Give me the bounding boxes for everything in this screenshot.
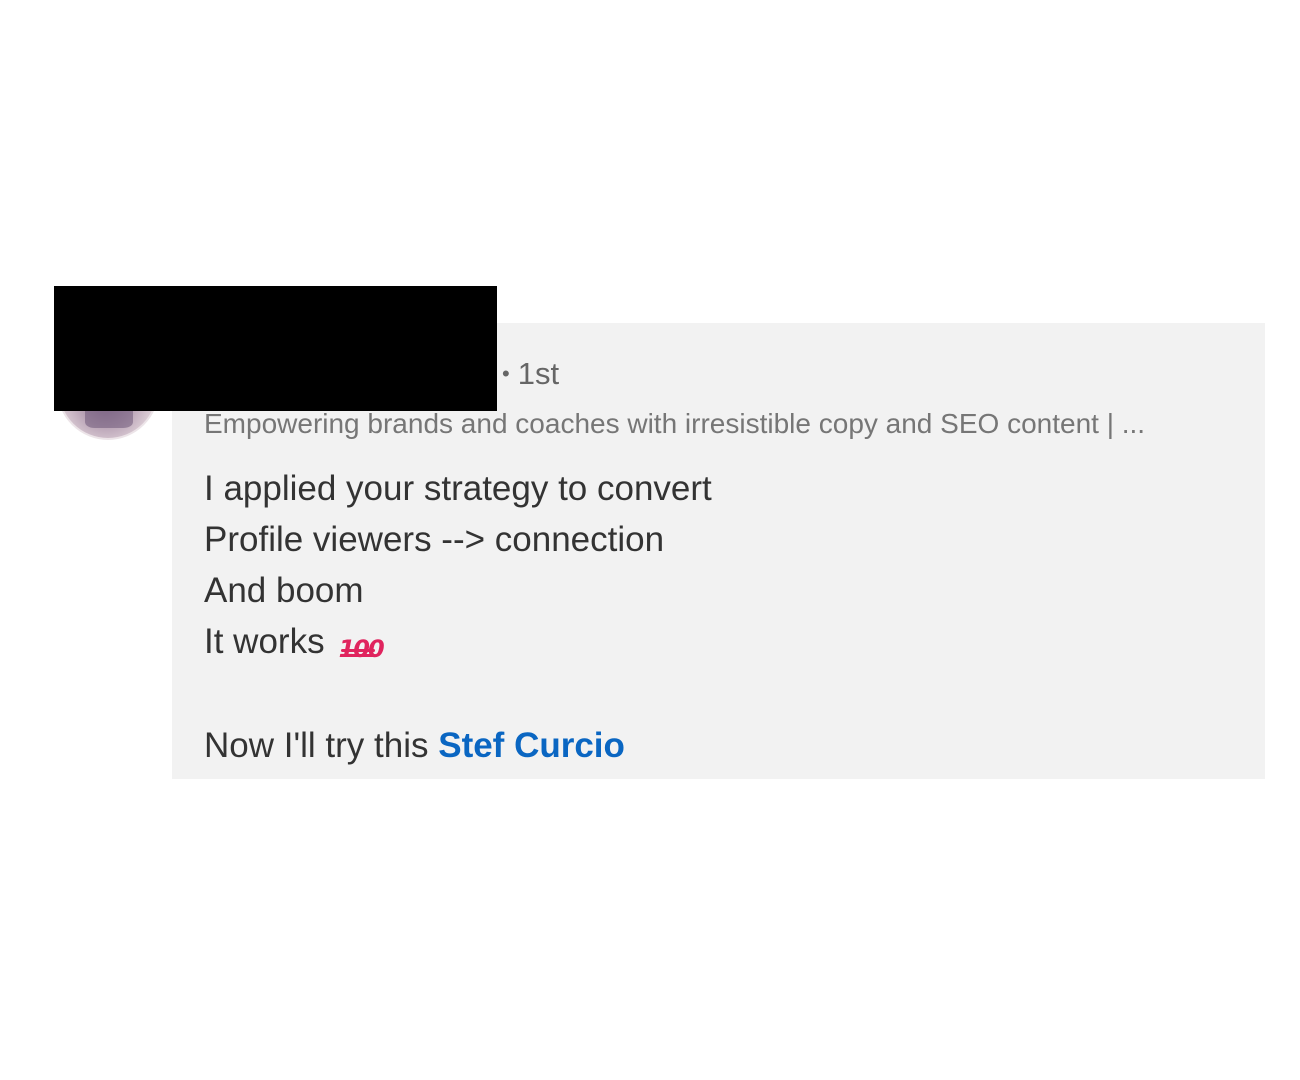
comment-closing-line: Now I'll try this Stef Curcio [204,723,712,774]
comment-line: It works [204,622,325,661]
connection-degree-label: 1st [517,356,560,391]
hundred-points-icon: 100 [338,635,385,663]
comment-screenshot: • 1st Empowering brands and coaches with … [0,0,1300,1080]
comment-line: I applied your strategy to convert [204,469,712,508]
comment-line: Profile viewers --> connection [204,520,665,559]
connection-degree: • 1st [502,354,559,397]
redacted-author-name [54,286,497,411]
closing-prefix: Now I'll try this [204,726,439,765]
comment-line-with-emoji: It works 100 [204,619,712,670]
separator-dot: • [502,361,510,386]
comment-text: I applied your strategy to convert Profi… [204,466,712,774]
comment-line: And boom [204,571,364,610]
mention-link[interactable]: Stef Curcio [438,726,625,765]
